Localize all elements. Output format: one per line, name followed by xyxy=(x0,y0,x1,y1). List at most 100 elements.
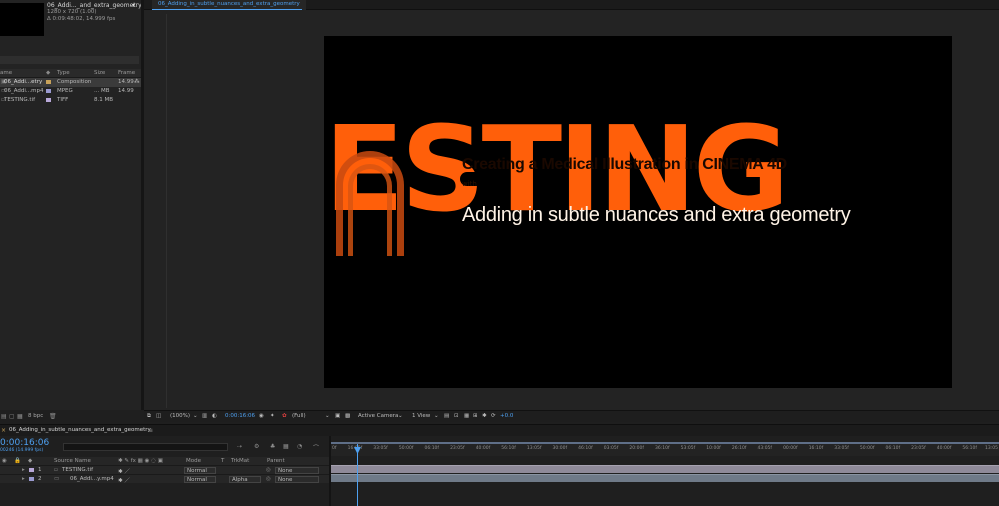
ruler-tick-label: 50:00f xyxy=(859,446,875,451)
grid-icon[interactable]: ▥ xyxy=(202,413,207,419)
work-area-bar[interactable] xyxy=(331,442,999,444)
camera-view-dropdown[interactable]: Active Camera xyxy=(358,413,398,419)
column-parent[interactable]: Parent xyxy=(267,458,285,464)
project-item[interactable]: ▫ TESTING.tif TIFF 8.1 MB xyxy=(0,96,141,105)
label-swatch[interactable] xyxy=(46,89,51,93)
chevron-down-icon[interactable]: ⌄ xyxy=(398,413,403,419)
project-search-input[interactable] xyxy=(0,56,139,64)
new-folder-icon[interactable]: ▢ xyxy=(9,413,15,420)
ruler-tick-label: 20:00f xyxy=(629,446,644,451)
layer-row[interactable]: ▸ 1 ▫ TESTING.tif ✱ ／ Normal ◎ None xyxy=(0,465,329,475)
blend-mode-dropdown[interactable]: Normal xyxy=(184,476,216,483)
shy-layers-icon[interactable]: ♣ xyxy=(270,443,275,450)
ruler-tick-label: 00:00f xyxy=(783,446,798,451)
layer-duration-bar[interactable] xyxy=(331,465,999,473)
layer-duration-bar[interactable] xyxy=(331,474,999,482)
always-preview-icon[interactable]: ⧉ xyxy=(147,413,151,420)
fast-previews-icon[interactable]: ⊡ xyxy=(454,413,459,419)
course-with: with xyxy=(462,180,477,188)
toggle-pixel-aspect-icon[interactable]: ▤ xyxy=(444,413,449,419)
ruler-tick-label: 26:10f xyxy=(731,446,747,451)
camera-icon[interactable]: ◉ xyxy=(259,413,264,419)
column-size[interactable]: Size xyxy=(94,70,105,76)
ruler-tick-label: 50:00f xyxy=(398,446,414,451)
menu-icon[interactable]: ≡ xyxy=(148,427,153,434)
pick-whip-icon[interactable]: ◎ xyxy=(266,476,271,482)
show-snapshot-icon[interactable]: ✦ xyxy=(270,413,275,419)
chevron-down-icon[interactable]: ⌄ xyxy=(434,413,439,419)
motion-blur-icon[interactable]: ◔ xyxy=(297,443,302,450)
interpret-footage-icon[interactable]: ▤ xyxy=(1,413,7,420)
label-swatch[interactable] xyxy=(29,477,34,481)
parent-dropdown[interactable]: None xyxy=(275,476,319,483)
chevron-down-icon[interactable]: ▾ xyxy=(132,2,135,9)
layer-name[interactable]: TESTING.tif xyxy=(62,467,93,473)
pick-whip-icon[interactable]: ◎ xyxy=(266,467,271,473)
column-t[interactable]: T xyxy=(221,458,224,464)
layer-row[interactable]: ▸ 2 ▭ 06_Addi...y.mp4 ✱ ／ Normal Alpha ◎… xyxy=(0,474,329,484)
draft-3d-icon[interactable]: ⚙ xyxy=(254,443,259,450)
expand-triangle-icon[interactable]: ▸ xyxy=(22,476,25,482)
layer-name[interactable]: 06_Addi...y.mp4 xyxy=(70,476,114,482)
label-icon[interactable]: ◆ xyxy=(28,458,32,464)
column-name[interactable]: ame xyxy=(0,70,12,76)
parent-dropdown[interactable]: None xyxy=(275,467,319,474)
ruler-tick-label: 56:10f xyxy=(962,446,977,451)
layer-search-input[interactable] xyxy=(63,443,228,451)
graph-editor-icon[interactable]: ⌒ xyxy=(313,443,319,452)
transparency-grid-icon[interactable]: ▩ xyxy=(345,413,350,419)
resolution-dropdown[interactable]: (Full) xyxy=(292,413,306,419)
flowchart-icon[interactable]: ⊞ xyxy=(473,413,478,419)
ruler-tick-label: 40:00f xyxy=(475,446,491,451)
project-item[interactable]: ▭ 06_Addi...mp4 MPEG ... MB 14.99 xyxy=(0,87,141,96)
ruler-tick-label: 06:10f xyxy=(424,446,440,451)
mask-visibility-icon[interactable]: ◐ xyxy=(212,413,217,419)
bit-depth-button[interactable]: 8 bpc xyxy=(28,413,43,419)
close-icon[interactable]: × xyxy=(1,427,6,434)
tab-timeline[interactable]: 06_Adding_in_subtle_nuances_and_extra_ge… xyxy=(9,427,151,433)
ruler-tick-label: 33:05f xyxy=(834,446,849,451)
new-comp-icon[interactable]: ▦ xyxy=(17,413,23,420)
color-channels-icon[interactable]: ✿ xyxy=(282,413,287,419)
eye-icon[interactable]: ◉ xyxy=(2,458,7,464)
timeline-current-time[interactable]: 0:00:16:06 xyxy=(0,438,49,448)
column-type[interactable]: Type xyxy=(57,70,70,76)
magnification-dropdown[interactable]: (100%) xyxy=(170,413,190,419)
comp-flowchart-icon[interactable]: ⇢ xyxy=(237,443,242,450)
ruler-tick-label: 06:10f xyxy=(885,446,901,451)
column-trkmat[interactable]: TrkMat xyxy=(231,458,249,464)
gear-icon[interactable]: ✱ xyxy=(482,413,487,419)
current-time-display[interactable]: 0:00:16:06 xyxy=(225,413,255,419)
label-swatch[interactable] xyxy=(29,468,34,472)
label-swatch[interactable] xyxy=(46,98,51,102)
expand-triangle-icon[interactable]: ▸ xyxy=(22,467,25,473)
track-matte-dropdown[interactable]: Alpha xyxy=(229,476,261,483)
frame-blending-icon[interactable]: ▦ xyxy=(283,443,289,450)
ruler-tick-label: 10:00f xyxy=(706,446,721,451)
ruler-tick-label: 36:10f xyxy=(655,446,670,451)
timeline-frame-rate: 00246 (14.999 fps) xyxy=(0,448,44,453)
lock-icon[interactable]: 🔒 xyxy=(14,458,21,464)
safe-margins-icon[interactable]: ◫ xyxy=(156,413,161,419)
composition-canvas[interactable]: ESTING Creating a Medical Illustration i… xyxy=(324,36,952,388)
trash-icon[interactable]: 🗑 xyxy=(49,413,57,420)
ruler-tick-label: 13:05f xyxy=(526,446,542,451)
column-source-name[interactable]: Source Name xyxy=(54,458,91,464)
switches-icon[interactable]: ✱ ✎ fx ▦ ◉ ◌ ▣ xyxy=(118,458,163,464)
course-subtitle: Adding in subtle nuances and extra geome… xyxy=(462,204,851,226)
exposure-icon[interactable]: ⟳ xyxy=(491,413,496,419)
video-file-icon: ▭ xyxy=(54,476,60,482)
blend-mode-dropdown[interactable]: Normal xyxy=(184,467,216,474)
chevron-down-icon[interactable]: ⌄ xyxy=(325,413,330,419)
view-layout-dropdown[interactable]: 1 View xyxy=(412,413,430,419)
chevron-down-icon[interactable]: ⌄ xyxy=(193,413,198,419)
column-mode[interactable]: Mode xyxy=(186,458,201,464)
playhead-line[interactable] xyxy=(357,444,358,506)
label-swatch[interactable] xyxy=(46,80,51,84)
course-title: Creating a Medical Illustration in CINEM… xyxy=(462,156,787,173)
exposure-value[interactable]: +0.0 xyxy=(500,413,513,419)
region-of-interest-icon[interactable]: ▣ xyxy=(335,413,340,419)
project-item[interactable]: ▣ 06_Addi...etry Composition 14.99 ⁂ xyxy=(0,78,141,87)
layer-switches[interactable]: ✱ ／ xyxy=(118,476,130,484)
timeline-icon[interactable]: ▦ xyxy=(464,413,469,419)
